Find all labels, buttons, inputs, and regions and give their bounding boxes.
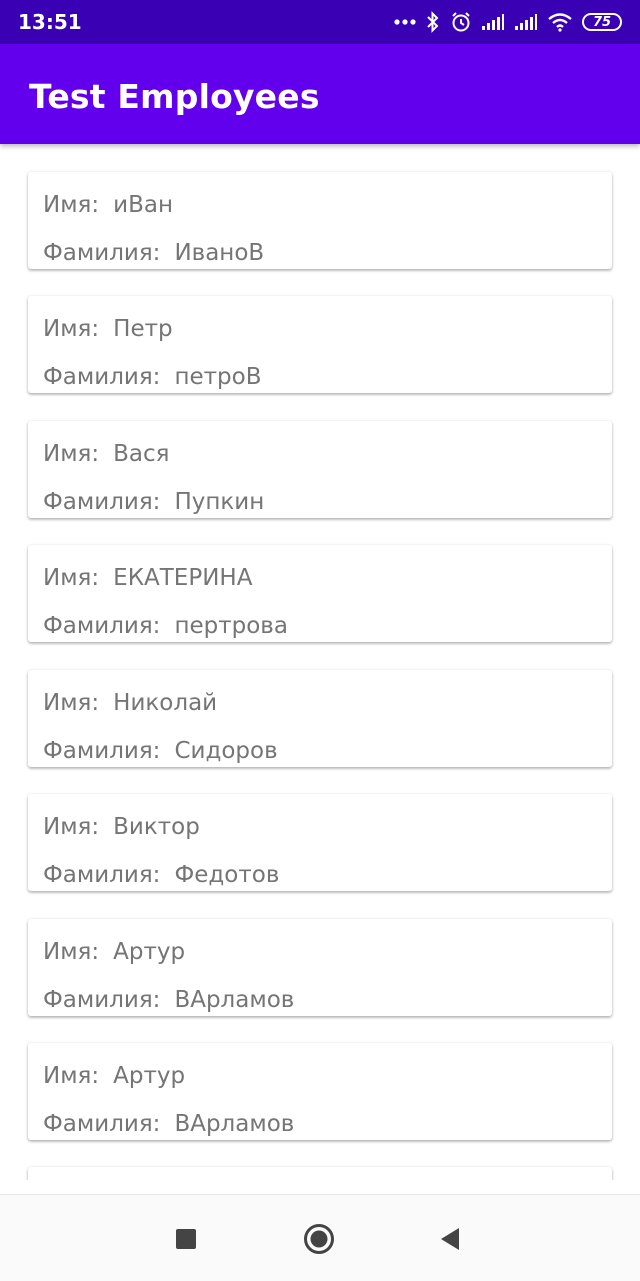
first-name-row: Имя: ЕКАТЕРИНА [43,565,252,591]
first-name-value: Артур [113,1063,186,1089]
employee-card[interactable]: Имя: Артур Фамилия: ВАрламов [28,1043,612,1140]
last-name-value: Пупкин [174,489,265,515]
employee-card[interactable]: Имя: ЕКАТЕРИНА Фамилия: пертрова [28,545,612,642]
page-title: Test Employees [29,77,320,116]
employee-card[interactable]: Имя: Артур Фамилия: ВАрламов [28,919,612,1016]
first-name-value: иВан [113,192,174,218]
last-name-value: петроВ [174,364,262,390]
last-name-row: Фамилия: ВАрламов [43,1111,294,1137]
first-name-label: Имя: [43,939,100,965]
employee-card[interactable]: Имя: Николай Фамилия: Сидоров [28,670,612,767]
employee-list[interactable]: Имя: иВан Фамилия: ИваноВ Имя: Петр Фамилия… [0,144,640,1180]
first-name-label: Имя: [43,316,100,342]
first-name-row: Имя: Петр [43,316,173,342]
employee-card-partial[interactable] [28,1167,612,1180]
first-name-label: Имя: [43,690,100,716]
employee-card[interactable]: Имя: Вася Фамилия: Пупкин [28,421,612,518]
first-name-label: Имя: [43,192,100,218]
last-name-row: Фамилия: петроВ [43,364,261,390]
first-name-row: Имя: Виктор [43,814,200,840]
first-name-row: Имя: Николай [43,690,217,716]
navigation-bar [0,1194,640,1281]
last-name-label: Фамилия: [43,1111,161,1137]
home-circle-icon[interactable] [299,1221,339,1257]
last-name-label: Фамилия: [43,613,161,639]
last-name-row: Фамилия: Сидоров [43,738,278,764]
last-name-row: Фамилия: ВАрламов [43,987,294,1013]
first-name-value: Николай [113,690,218,716]
last-name-value: пертрова [174,613,288,639]
status-bar: 13:51 75 [0,0,640,44]
last-name-row: Фамилия: Пупкин [43,489,264,515]
back-triangle-icon[interactable] [430,1221,470,1257]
first-name-label: Имя: [43,1063,100,1089]
first-name-label: Имя: [43,565,100,591]
employee-card[interactable]: Имя: Виктор Фамилия: Федотов [28,794,612,891]
signal-icon [481,13,505,31]
status-icons: 75 [394,8,622,36]
last-name-row: Фамилия: ИваноВ [43,240,264,266]
last-name-label: Фамилия: [43,240,161,266]
employee-card[interactable]: Имя: иВан Фамилия: ИваноВ [28,172,612,269]
first-name-row: Имя: иВан [43,192,173,218]
first-name-value: Вася [113,441,170,467]
last-name-label: Фамилия: [43,738,161,764]
last-name-value: Сидоров [174,738,278,764]
first-name-value: Петр [113,316,173,342]
last-name-label: Фамилия: [43,862,161,888]
bluetooth-icon [425,11,441,33]
last-name-label: Фамилия: [43,489,161,515]
first-name-row: Имя: Вася [43,441,170,467]
last-name-label: Фамилия: [43,987,161,1013]
app-bar: Test Employees [0,44,640,144]
alarm-icon [450,11,472,33]
last-name-value: ВАрламов [174,987,295,1013]
first-name-label: Имя: [43,814,100,840]
last-name-value: Федотов [174,862,280,888]
first-name-label: Имя: [43,441,100,467]
recents-square-icon[interactable] [166,1221,206,1257]
status-time: 13:51 [18,10,82,34]
last-name-label: Фамилия: [43,364,161,390]
signal-icon [514,13,538,31]
battery-icon: 75 [582,13,622,31]
first-name-value: Виктор [113,814,200,840]
first-name-value: Артур [113,939,186,965]
last-name-row: Фамилия: Федотов [43,862,279,888]
more-dots-icon [394,19,416,25]
first-name-row: Имя: Артур [43,1063,185,1089]
first-name-row: Имя: Артур [43,939,185,965]
last-name-value: ИваноВ [174,240,265,266]
last-name-row: Фамилия: пертрова [43,613,288,639]
last-name-value: ВАрламов [174,1111,295,1137]
wifi-icon [547,12,573,32]
employee-card[interactable]: Имя: Петр Фамилия: петроВ [28,296,612,393]
first-name-value: ЕКАТЕРИНА [113,565,253,591]
